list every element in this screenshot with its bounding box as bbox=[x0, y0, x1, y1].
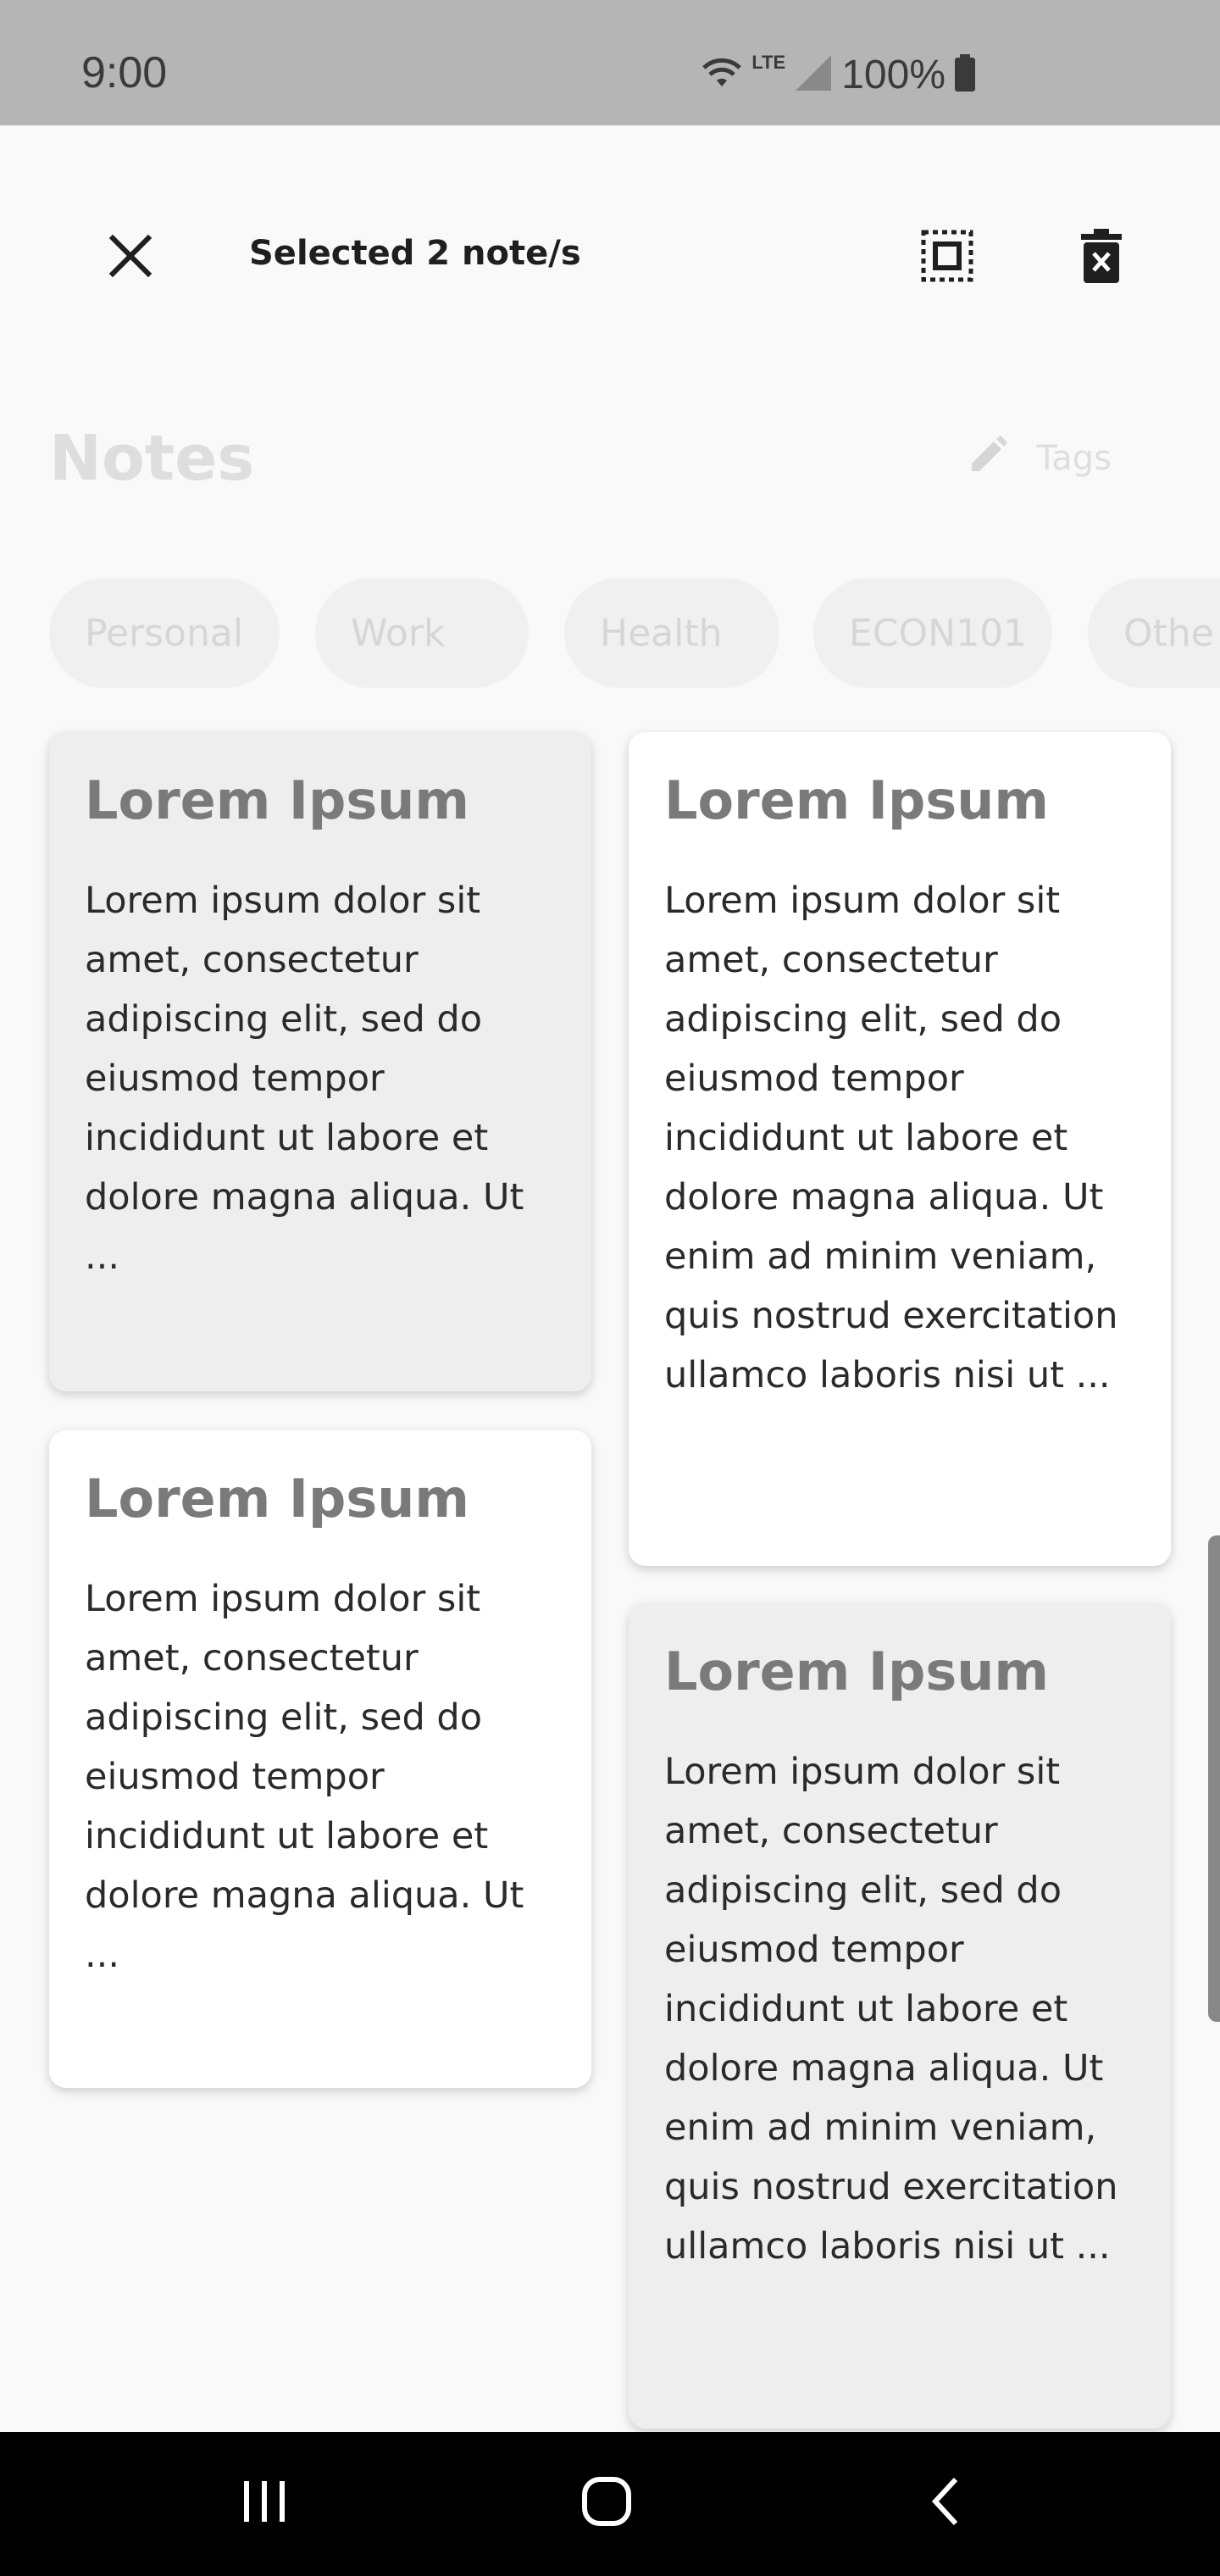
note-title: Lorem Ipsum bbox=[664, 769, 1050, 831]
back-icon bbox=[929, 2476, 962, 2530]
tag-chip-econ101[interactable]: ECON101 bbox=[813, 578, 1052, 688]
note-body: Lorem ipsum dolor sit amet, consectetur … bbox=[664, 1751, 1118, 2268]
select-all-button[interactable] bbox=[907, 217, 988, 298]
tag-chip-other[interactable]: Othe bbox=[1088, 578, 1220, 688]
system-nav-bar bbox=[0, 2432, 1220, 2576]
page-title: Notes bbox=[49, 422, 255, 495]
note-title: Lorem Ipsum bbox=[85, 769, 470, 831]
pencil-icon bbox=[970, 436, 1008, 481]
note-card[interactable]: Lorem Ipsum Lorem ipsum dolor sit amet, … bbox=[49, 732, 591, 1391]
delete-icon bbox=[1079, 229, 1123, 286]
wifi-icon bbox=[701, 56, 743, 93]
battery-percent: 100% bbox=[841, 52, 946, 97]
note-body: Lorem ipsum dolor sit amet, consectetur … bbox=[664, 880, 1118, 1396]
note-title: Lorem Ipsum bbox=[664, 1641, 1050, 1702]
note-card[interactable]: Lorem Ipsum Lorem ipsum dolor sit amet, … bbox=[629, 1603, 1171, 2429]
note-title: Lorem Ipsum bbox=[85, 1468, 470, 1530]
status-time: 9:00 bbox=[81, 48, 168, 97]
delete-selected-button[interactable] bbox=[1061, 217, 1142, 298]
selection-app-bar: Selected 2 note/s bbox=[0, 125, 1220, 390]
close-selection-button[interactable] bbox=[90, 217, 171, 298]
battery-icon bbox=[954, 54, 976, 95]
recent-apps-button[interactable] bbox=[224, 2462, 305, 2544]
note-body: Lorem ipsum dolor sit amet, consectetur … bbox=[85, 880, 524, 1278]
tag-chip-row: Personal Work Health ECON101 Othe bbox=[49, 578, 1220, 688]
scrollbar[interactable] bbox=[1208, 1535, 1220, 2022]
note-card[interactable]: Lorem Ipsum Lorem ipsum dolor sit amet, … bbox=[629, 732, 1171, 1566]
status-bar: 9:00 LTE 100% bbox=[0, 0, 1220, 125]
recent-apps-icon bbox=[241, 2479, 288, 2527]
back-button[interactable] bbox=[905, 2462, 986, 2544]
note-card[interactable]: Lorem Ipsum Lorem ipsum dolor sit amet, … bbox=[49, 1430, 591, 2088]
home-icon bbox=[581, 2476, 632, 2530]
home-button[interactable] bbox=[566, 2462, 647, 2544]
close-icon bbox=[108, 233, 153, 282]
tag-chip-work[interactable]: Work bbox=[315, 578, 529, 688]
network-type: LTE bbox=[751, 52, 786, 73]
selection-count-title: Selected 2 note/s bbox=[249, 234, 581, 273]
tags-label: Tags bbox=[1036, 439, 1112, 478]
tag-chip-health[interactable]: Health bbox=[564, 578, 779, 688]
signal-icon bbox=[794, 53, 833, 96]
note-body: Lorem ipsum dolor sit amet, consectetur … bbox=[85, 1578, 524, 1976]
edit-tags-button[interactable]: Tags bbox=[970, 436, 1112, 481]
select-all-icon bbox=[919, 228, 975, 287]
tag-chip-personal[interactable]: Personal bbox=[49, 578, 280, 688]
status-icons: LTE 100% bbox=[701, 49, 976, 100]
